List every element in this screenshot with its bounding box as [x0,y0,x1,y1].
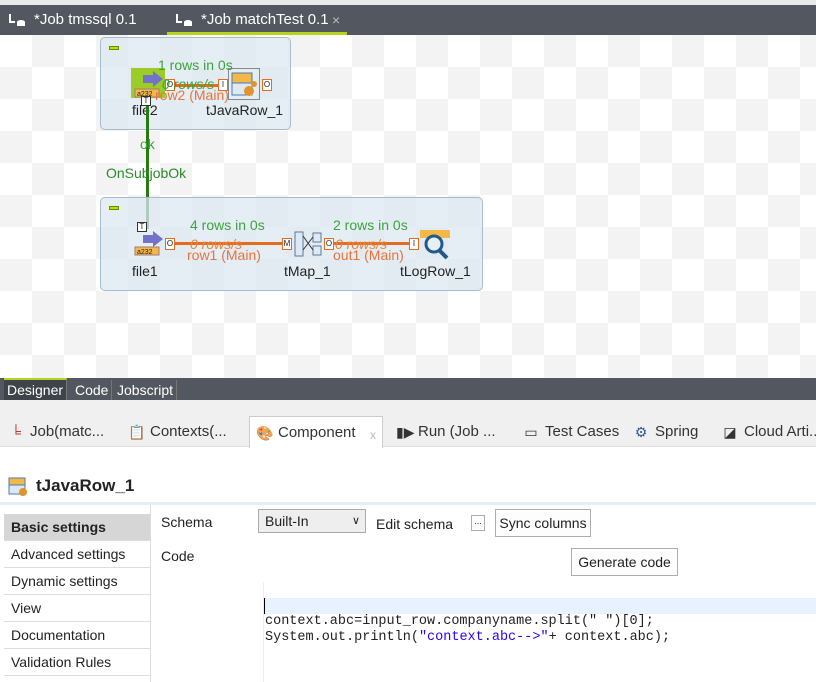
component-label: tLogRow_1 [400,263,471,279]
connection-label: row2 (Main) [155,87,229,103]
sync-columns-button[interactable]: Sync columns [495,509,591,537]
component-title: tJavaRow_1 [8,476,134,496]
tab-component[interactable]: 🎨 Component x [249,416,383,448]
palette-icon: 🎨 [256,425,274,441]
designer-canvas[interactable]: a232 O I O 1 rows in 0s 0 rows/s row2 (M… [0,35,816,378]
output-port[interactable]: O [262,79,272,91]
connection-stats: 1 rows in 0s [158,57,233,73]
sidebar-item-view[interactable]: View [4,595,150,622]
settings-sidebar: Basic settings Advanced settings Dynamic… [4,505,151,682]
code-token: + context.abc); [548,630,671,645]
editor-tab-matchtest[interactable]: *Job matchTest 0.1 × [167,5,347,35]
editor-tab-label: *Job matchTest 0.1 [201,11,329,28]
sidebar-item-documentation[interactable]: Documentation [4,622,150,649]
schema-value: Built-In [265,513,309,529]
code-line [264,598,816,614]
connection-stats: 4 rows in 0s [190,217,265,233]
code-line: System.out.println("context.abc-->"+ con… [264,630,816,646]
output-port[interactable]: O [165,238,175,250]
collapse-button[interactable] [109,46,119,50]
job-icon [176,14,192,26]
tab-cloud[interactable]: ◪ Cloud Arti... [716,416,816,447]
sidebar-item-validation-rules[interactable]: Validation Rules [4,649,150,676]
component-label: tMap_1 [284,263,331,279]
clipboard-icon: 📋 [128,424,146,440]
cloud-icon: ◪ [723,424,737,440]
java-row-icon [8,477,27,496]
schema-select[interactable]: Built-In ∨ [258,509,366,533]
view-tabs: ╘ Job(matc... 📋 Contexts(... 🎨 Component x ▮… [0,416,816,448]
log-row-icon[interactable] [420,230,452,262]
trigger-label: ok [140,136,155,152]
collapse-button[interactable] [109,206,119,210]
gear-icon: ⚙ [634,424,648,440]
svg-text:a232: a232 [137,249,153,256]
tab-job[interactable]: ╘ Job(matc... [2,416,104,447]
spacer [0,400,816,416]
job-icon [9,14,25,26]
java-row-icon[interactable] [228,68,260,100]
component-title-text: tJavaRow_1 [36,476,135,495]
generate-code-button[interactable]: Generate code [571,548,678,576]
connection-label: out1 (Main) [333,247,404,263]
code-editor[interactable]: context.abc=input_row.companyname.split(… [263,582,816,682]
tab-label: Component [278,424,356,441]
input-port[interactable]: I [409,238,419,250]
sidebar-item-advanced-settings[interactable]: Advanced settings [4,541,150,568]
tab-jobscript[interactable]: Jobscript [114,380,178,400]
tab-label: Spring [655,423,699,440]
editor-tab-label: *Job tmssql 0.1 [34,11,137,28]
editor-tab-tmssql[interactable]: *Job tmssql 0.1 [0,5,160,35]
edit-schema-label: Edit schema [376,516,454,532]
component-label: file1 [132,263,158,279]
close-icon[interactable]: x [370,420,376,451]
close-icon[interactable]: × [332,5,340,35]
edit-schema-button[interactable]: ... [471,515,485,531]
tab-contexts[interactable]: 📋 Contexts(... [122,416,227,447]
designer-tabs: Designer Code Jobscript [0,378,816,400]
chevron-down-icon: ∨ [351,515,360,527]
tab-test-cases[interactable]: ▭ Test Cases [517,416,619,447]
tmap-icon[interactable] [293,230,323,258]
window-icon: ▭ [524,424,538,440]
tab-label: Test Cases [545,423,620,440]
tab-label: Run (Job ... [418,423,496,440]
code-label: Code [161,548,195,564]
component-label: tJavaRow_1 [206,102,284,118]
sidebar-item-basic-settings[interactable]: Basic settings [4,514,150,541]
connection-label: row1 (Main) [187,247,261,263]
trigger-port[interactable]: T [141,96,151,106]
trigger-label: OnSubjobOk [106,165,187,181]
file-input-icon[interactable]: a232 [133,231,165,259]
tab-spring[interactable]: ⚙ Spring [627,416,699,447]
code-string: "context.abc-->" [418,630,549,645]
tab-designer[interactable]: Designer [4,378,68,400]
job-icon: ╘ [11,424,21,440]
code-token: System.out.println( [265,630,419,645]
code-line: context.abc=input_row.companyname.split(… [265,614,654,629]
editor-tabs: *Job tmssql 0.1 *Job matchTest 0.1 × [0,5,816,35]
run-icon: ▮▶ [396,424,415,440]
tab-code[interactable]: Code [72,380,113,400]
tab-run[interactable]: ▮▶ Run (Job ... [390,416,496,447]
tab-label: Job(matc... [30,423,105,440]
connection-stats: 2 rows in 0s [333,217,408,233]
input-port[interactable]: M [282,238,292,250]
sidebar-item-dynamic-settings[interactable]: Dynamic settings [4,568,150,595]
tab-label: Contexts(... [150,423,227,440]
schema-label: Schema [161,514,213,530]
tab-label: Cloud Arti... [744,423,816,440]
